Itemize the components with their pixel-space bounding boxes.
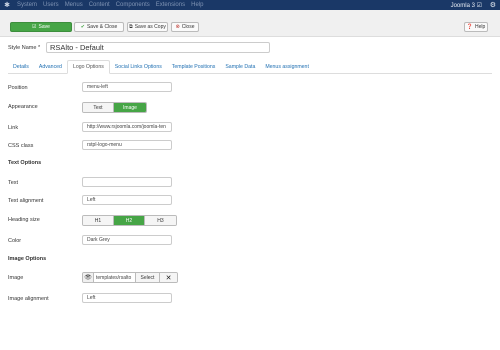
save-copy-button[interactable]: ⧉ Save as Copy [127,22,168,32]
image-path-field[interactable]: templates/rsalto [94,273,136,282]
css-class-field[interactable]: rstpl-logo-menu [82,140,172,150]
color-select[interactable]: Dark Grey [82,235,172,245]
eye-icon[interactable]: 👁 [83,273,94,282]
menu-components[interactable]: Components [113,2,153,8]
tab-advanced[interactable]: Advanced [34,60,67,74]
style-name-label: Style Name * [8,45,41,51]
appearance-text-option[interactable]: Text [83,103,114,112]
menu-menus[interactable]: Menus [62,2,86,8]
image-alignment-label: Image alignment [8,296,49,302]
copy-icon: ⧉ [129,24,133,30]
style-name-input[interactable]: RSAlto - Default [46,42,270,53]
menu-system[interactable]: System [14,2,40,8]
tab-bar: Details Advanced Logo Options Social Lin… [8,60,492,74]
link-label: Link [8,125,19,131]
menu-content[interactable]: Content [86,2,113,8]
image-label: Image [8,275,24,281]
menu-help[interactable]: Help [188,2,206,8]
close-button[interactable]: ⊗ Close [171,22,199,32]
appearance-image-option[interactable]: Image [114,103,146,112]
cancel-circle-icon: ⊗ [175,24,180,30]
image-options-heading: Image Options [8,256,47,262]
position-label: Position [8,85,28,91]
menu-users[interactable]: Users [40,2,62,8]
image-select-button[interactable]: Select [136,273,160,282]
main-menu: System Users Menus Content Components Ex… [14,2,206,8]
appearance-label: Appearance [8,104,38,110]
tab-menus-assignment[interactable]: Menus assignment [260,60,314,74]
save-button[interactable]: ☑ Save [10,22,72,32]
check-icon: ✔ [80,24,85,30]
question-icon: ❓ [466,24,473,30]
tab-logo-options[interactable]: Logo Options [66,60,110,74]
save-close-button[interactable]: ✔ Save & Close [74,22,124,32]
heading-h2-option[interactable]: H2 [114,216,145,225]
gear-icon[interactable]: ⚙ [490,1,496,9]
text-field[interactable] [82,177,172,187]
clear-image-icon[interactable]: ✕ [160,273,177,282]
heading-size-label: Heading size [8,217,40,223]
save-icon: ☑ [32,24,37,30]
link-field[interactable]: http://www.rsjoomla.com/joomla-ten [82,122,172,132]
tab-details[interactable]: Details [8,60,34,74]
position-field[interactable]: menu-left [82,82,172,92]
image-media-field: 👁 templates/rsalto Select ✕ [82,272,178,283]
close-label: Close [181,24,195,30]
save-copy-label: Save as Copy [134,24,166,30]
css-class-label: CSS class [8,143,34,149]
tab-social-links-options[interactable]: Social Links Options [110,60,167,74]
text-label: Text [8,180,19,186]
help-label: Help [474,24,486,30]
site-link[interactable]: Joomla 3 ☑ [451,2,482,9]
tab-template-positions[interactable]: Template Positions [167,60,221,74]
heading-h3-option[interactable]: H3 [145,216,176,225]
save-close-label: Save & Close [86,24,118,30]
top-navbar: ✱ System Users Menus Content Components … [0,0,500,10]
tab-sample-data[interactable]: Sample Data [220,60,260,74]
save-button-label: Save [38,24,50,30]
joomla-logo-icon[interactable]: ✱ [0,1,14,9]
heading-h1-option[interactable]: H1 [83,216,114,225]
appearance-toggle: Text Image [82,102,147,113]
color-label: Color [8,238,22,244]
text-alignment-label: Text alignment [8,198,44,204]
menu-extensions[interactable]: Extensions [153,2,188,8]
image-alignment-select[interactable]: Left [82,293,172,303]
help-button[interactable]: ❓ Help [464,22,488,32]
heading-size-toggle: H1 H2 H3 [82,215,177,226]
text-options-heading: Text Options [8,160,42,166]
text-alignment-select[interactable]: Left [82,195,172,205]
